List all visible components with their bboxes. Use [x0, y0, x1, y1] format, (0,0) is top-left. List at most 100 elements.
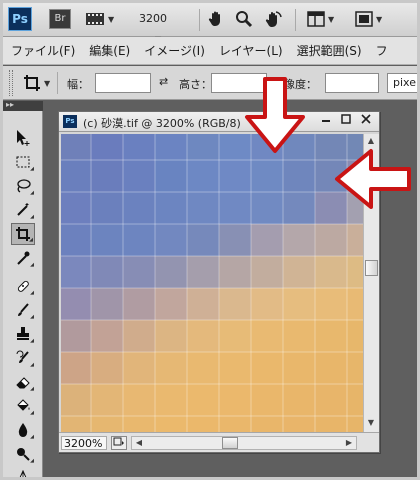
height-input[interactable] — [211, 73, 267, 93]
magic-wand-icon — [17, 203, 29, 216]
menu-select[interactable]: 選択範囲(S) — [297, 42, 362, 59]
photoshop-window: Ps Br ▼ 3200 ▼ ▼ ファイル(F) 編集(E) イメージ(I) レ… — [0, 0, 420, 480]
canvas-pixel — [61, 352, 91, 384]
bandage-icon — [17, 280, 29, 292]
zoom-field[interactable]: 3200% — [61, 436, 107, 450]
menu-file[interactable]: ファイル(F) — [11, 42, 75, 59]
submenu-indicator: ◢ — [30, 434, 34, 440]
move-tool[interactable] — [11, 127, 35, 149]
canvas-pixel — [61, 192, 91, 224]
lasso-tool[interactable]: ◢ — [11, 175, 35, 197]
brush-tool[interactable]: ◢ — [11, 299, 35, 321]
eyedropper-tool[interactable]: ◢ — [11, 247, 35, 269]
chevron-down-icon: ▼ — [44, 78, 51, 88]
tool-preset-picker[interactable]: ▼ — [23, 72, 50, 94]
canvas-pixel — [91, 416, 123, 432]
zoom-tool-button[interactable] — [235, 8, 253, 30]
eraser-icon — [16, 377, 30, 389]
scroll-down-button[interactable]: ▼ — [364, 416, 378, 430]
canvas-pixel — [315, 256, 347, 288]
swap-icon[interactable]: ⇄ — [159, 75, 168, 88]
menu-image[interactable]: イメージ(I) — [144, 42, 205, 59]
quick-selection-tool[interactable]: ◢ — [11, 199, 35, 221]
horizontal-scroll-thumb[interactable] — [222, 437, 238, 449]
canvas-pixel — [219, 256, 251, 288]
resolution-input[interactable] — [325, 73, 379, 93]
submenu-indicator: ◢ — [30, 338, 34, 344]
canvas-pixel — [187, 416, 219, 432]
submenu-indicator: ◢ — [30, 410, 34, 416]
menu-filter[interactable]: フ — [376, 42, 388, 59]
healing-brush-tool[interactable]: ◢ — [11, 275, 35, 297]
canvas-pixel — [283, 224, 315, 256]
hand-tool-button[interactable] — [207, 8, 225, 30]
canvas-pixel — [123, 134, 155, 160]
canvas-pixel — [61, 256, 91, 288]
canvas-pixel — [283, 384, 315, 416]
height-label: 高さ： — [179, 78, 212, 91]
dodge-tool[interactable]: ◢ — [11, 443, 35, 465]
scroll-up-button[interactable]: ▲ — [364, 134, 378, 148]
horizontal-scrollbar[interactable]: ◀ ▶ — [131, 436, 357, 450]
pen-tool[interactable] — [11, 467, 35, 477]
canvas-pixel — [61, 416, 91, 432]
canvas-pixel — [251, 224, 283, 256]
canvas-pixel — [315, 352, 347, 384]
canvas-pixel — [155, 384, 187, 416]
canvas-pixel — [347, 288, 363, 320]
vertical-scrollbar[interactable]: ▲ ▼ — [363, 134, 379, 432]
canvas-pixel — [123, 320, 155, 352]
options-bar: ▼ 幅： ⇄ 高さ： 解像度： pixel/ — [3, 66, 417, 100]
canvas-pixel — [155, 224, 187, 256]
canvas-pixel — [315, 224, 347, 256]
bridge-button[interactable]: Br — [49, 9, 71, 29]
history-brush-icon — [16, 350, 29, 363]
canvas-pixel — [283, 320, 315, 352]
maximize-button[interactable] — [339, 114, 353, 128]
zoom-level-select[interactable]: 3200 ▼ — [139, 9, 191, 44]
canvas-pixel — [91, 256, 123, 288]
canvas-pixel — [251, 416, 283, 432]
document-title-bar[interactable]: Ps (c) 砂漠.tif @ 3200% (RGB/8) — [59, 112, 379, 132]
menu-edit[interactable]: 編集(E) — [89, 42, 130, 59]
paint-bucket-tool[interactable]: ◢ — [11, 395, 35, 417]
view-extras-button[interactable]: ▼ — [85, 8, 114, 30]
scroll-left-button[interactable]: ◀ — [132, 436, 146, 450]
document-title: (c) 砂漠.tif @ 3200% (RGB/8) — [83, 117, 241, 130]
blur-tool[interactable]: ◢ — [11, 419, 35, 441]
width-input[interactable] — [95, 73, 151, 93]
canvas-pixel — [187, 160, 219, 192]
eyedropper-icon — [17, 251, 30, 265]
canvas-pixel — [187, 256, 219, 288]
options-bar-grip[interactable] — [9, 70, 13, 96]
clone-stamp-tool[interactable]: ◢ — [11, 323, 35, 345]
close-button[interactable] — [359, 114, 373, 128]
arrange-documents-button[interactable]: ▼ — [307, 8, 334, 30]
canvas-pixel — [315, 192, 347, 224]
menu-layer[interactable]: レイヤー(L) — [219, 42, 283, 59]
history-brush-tool[interactable]: ◢ — [11, 347, 35, 369]
tools-panel-header[interactable]: ▸▸ — [3, 100, 43, 111]
scroll-right-button[interactable]: ▶ — [342, 436, 356, 450]
document-window[interactable]: Ps (c) 砂漠.tif @ 3200% (RGB/8) ▲ ▼ 3200% — [58, 111, 380, 453]
image-canvas[interactable] — [61, 134, 363, 432]
crop-tool[interactable]: ◢ — [11, 223, 35, 245]
canvas-pixel — [219, 416, 251, 432]
canvas-pixel — [91, 352, 123, 384]
canvas-pixel — [123, 416, 155, 432]
resolution-unit-select[interactable]: pixel/ — [387, 73, 417, 93]
rotate-view-tool-button[interactable] — [263, 8, 283, 30]
submenu-indicator: ◢ — [30, 314, 34, 320]
canvas-pixel — [123, 192, 155, 224]
canvas-pixel — [219, 134, 251, 160]
marquee-tool[interactable]: ◢ — [11, 151, 35, 173]
canvas-pixel — [187, 352, 219, 384]
document-info-icon — [113, 437, 124, 446]
status-info-button[interactable] — [111, 436, 127, 450]
screen-mode-button[interactable]: ▼ — [355, 8, 382, 30]
vertical-scroll-thumb[interactable] — [365, 260, 378, 276]
minimize-button[interactable] — [319, 114, 333, 128]
stamp-icon — [17, 327, 29, 340]
eraser-tool[interactable]: ◢ — [11, 371, 35, 393]
crop-icon — [24, 75, 40, 91]
